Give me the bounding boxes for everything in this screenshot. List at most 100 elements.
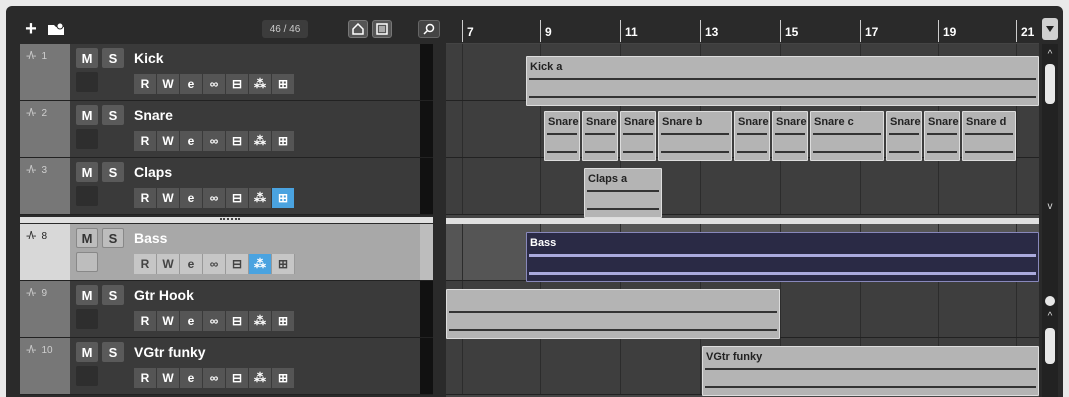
read-automation-button[interactable]: R	[134, 254, 157, 274]
audio-clip[interactable]: Snare	[582, 111, 618, 161]
record-enable-button[interactable]	[76, 186, 98, 206]
solo-button[interactable]: S	[102, 285, 124, 305]
record-enable-button[interactable]	[76, 72, 98, 92]
mute-button[interactable]: M	[76, 342, 98, 362]
insert-button[interactable]: ⊟	[226, 368, 249, 388]
zoom-handle[interactable]	[1045, 296, 1055, 306]
audio-clip[interactable]: Kick a	[526, 56, 1039, 106]
audio-clip[interactable]: Snare c	[810, 111, 884, 161]
track-name[interactable]: Claps	[134, 164, 172, 180]
solo-button[interactable]: S	[102, 48, 124, 68]
sends-button[interactable]: ⁂	[249, 254, 272, 274]
audio-clip[interactable]: Snare	[544, 111, 580, 161]
channel-settings-button[interactable]: ⊞	[272, 254, 295, 274]
mute-button[interactable]: M	[76, 162, 98, 182]
track-name[interactable]: Gtr Hook	[134, 287, 194, 303]
channel-settings-button[interactable]: ⊞	[272, 188, 295, 208]
track-list-divider[interactable]	[20, 217, 433, 223]
write-automation-button[interactable]: W	[157, 131, 180, 151]
solo-button[interactable]: S	[102, 162, 124, 182]
audio-clip[interactable]: Snare	[772, 111, 808, 161]
edit-channel-button[interactable]: e	[180, 74, 203, 94]
read-automation-button[interactable]: R	[134, 188, 157, 208]
track-row[interactable]: -/\- 10 M S VGtr funky R We ∞ ⊟ ⁂ ⊞	[20, 338, 433, 395]
audio-clip[interactable]: Snare b	[658, 111, 732, 161]
edit-channel-button[interactable]: e	[180, 311, 203, 331]
audio-clip[interactable]: Snare	[886, 111, 922, 161]
write-automation-button[interactable]: W	[157, 74, 180, 94]
track-row[interactable]: -/\- 1 M S Kick R We ∞ ⊟ ⁂ ⊞	[20, 44, 433, 101]
audio-clip[interactable]: Claps a	[584, 168, 662, 218]
track-row[interactable]: -/\- 9 M S Gtr Hook R We ∞ ⊟ ⁂ ⊞	[20, 281, 433, 338]
channel-settings-button[interactable]: ⊞	[272, 368, 295, 388]
link-button[interactable]: ∞	[203, 368, 226, 388]
audio-clip[interactable]: Snare d	[962, 111, 1016, 161]
scroll-thumb-lower[interactable]	[1045, 328, 1055, 364]
edit-channel-button[interactable]: e	[180, 131, 203, 151]
event-display-divider[interactable]	[446, 218, 1039, 224]
read-automation-button[interactable]: R	[134, 131, 157, 151]
link-button[interactable]: ∞	[203, 254, 226, 274]
search-tracks-button[interactable]	[418, 20, 440, 38]
link-button[interactable]: ∞	[203, 188, 226, 208]
write-automation-button[interactable]: W	[157, 254, 180, 274]
track-name[interactable]: Snare	[134, 107, 173, 123]
mute-button[interactable]: M	[76, 228, 98, 248]
scroll-thumb-upper[interactable]	[1045, 64, 1055, 104]
audio-clip[interactable]: Snare	[734, 111, 770, 161]
record-enable-button[interactable]	[76, 309, 98, 329]
timeline-ruler[interactable]: 7 9 11 13 15 17 19 21	[446, 18, 1039, 44]
audio-clip[interactable]: Snare	[924, 111, 960, 161]
track-visibility-button[interactable]	[372, 20, 392, 38]
link-button[interactable]: ∞	[203, 131, 226, 151]
insert-button[interactable]: ⊟	[226, 311, 249, 331]
audio-clip[interactable]: Bass	[526, 232, 1039, 282]
scroll-up-icon[interactable]: ^	[1045, 312, 1055, 322]
vertical-scrollbar[interactable]: ^ v ^	[1042, 44, 1058, 397]
audio-clip[interactable]: VGtr funky	[702, 346, 1039, 396]
insert-button[interactable]: ⊟	[226, 188, 249, 208]
add-track-button[interactable]: +	[20, 18, 42, 40]
track-lane[interactable]	[446, 158, 1039, 215]
read-automation-button[interactable]: R	[134, 74, 157, 94]
link-button[interactable]: ∞	[203, 311, 226, 331]
visibility-home-button[interactable]	[348, 20, 368, 38]
sends-button[interactable]: ⁂	[249, 131, 272, 151]
insert-button[interactable]: ⊟	[226, 254, 249, 274]
write-automation-button[interactable]: W	[157, 368, 180, 388]
audio-clip[interactable]: Snare	[620, 111, 656, 161]
track-row[interactable]: -/\- 2 M S Snare R We ∞ ⊟ ⁂ ⊞	[20, 101, 433, 158]
sends-button[interactable]: ⁂	[249, 188, 272, 208]
sends-button[interactable]: ⁂	[249, 368, 272, 388]
read-automation-button[interactable]: R	[134, 368, 157, 388]
write-automation-button[interactable]: W	[157, 188, 180, 208]
event-display[interactable]: Kick a Snare Snare Snare Snare b Snare Snare Sn…	[446, 44, 1039, 397]
channel-settings-button[interactable]: ⊞	[272, 74, 295, 94]
write-automation-button[interactable]: W	[157, 311, 180, 331]
scroll-down-icon[interactable]: v	[1045, 202, 1055, 212]
read-automation-button[interactable]: R	[134, 311, 157, 331]
edit-channel-button[interactable]: e	[180, 188, 203, 208]
add-track-preset-button[interactable]	[44, 18, 68, 40]
mute-button[interactable]: M	[76, 48, 98, 68]
track-name[interactable]: VGtr funky	[134, 344, 206, 360]
insert-button[interactable]: ⊟	[226, 74, 249, 94]
track-row[interactable]: -/\- 3 M S Claps R We ∞ ⊟ ⁂ ⊞	[20, 158, 433, 215]
record-enable-button[interactable]	[76, 366, 98, 386]
mute-button[interactable]: M	[76, 285, 98, 305]
sends-button[interactable]: ⁂	[249, 311, 272, 331]
solo-button[interactable]: S	[102, 105, 124, 125]
edit-channel-button[interactable]: e	[180, 368, 203, 388]
scroll-up-icon[interactable]: ^	[1045, 50, 1055, 60]
track-name[interactable]: Bass	[134, 230, 167, 246]
audio-clip[interactable]	[446, 289, 780, 339]
link-button[interactable]: ∞	[203, 74, 226, 94]
solo-button[interactable]: S	[102, 342, 124, 362]
sends-button[interactable]: ⁂	[249, 74, 272, 94]
mute-button[interactable]: M	[76, 105, 98, 125]
track-name[interactable]: Kick	[134, 50, 164, 66]
track-row[interactable]: -/\- 8 M S Bass R We ∞ ⊟ ⁂ ⊞	[20, 224, 433, 281]
channel-settings-button[interactable]: ⊞	[272, 131, 295, 151]
record-enable-button[interactable]	[76, 252, 98, 272]
ruler-menu-button[interactable]	[1042, 18, 1058, 40]
